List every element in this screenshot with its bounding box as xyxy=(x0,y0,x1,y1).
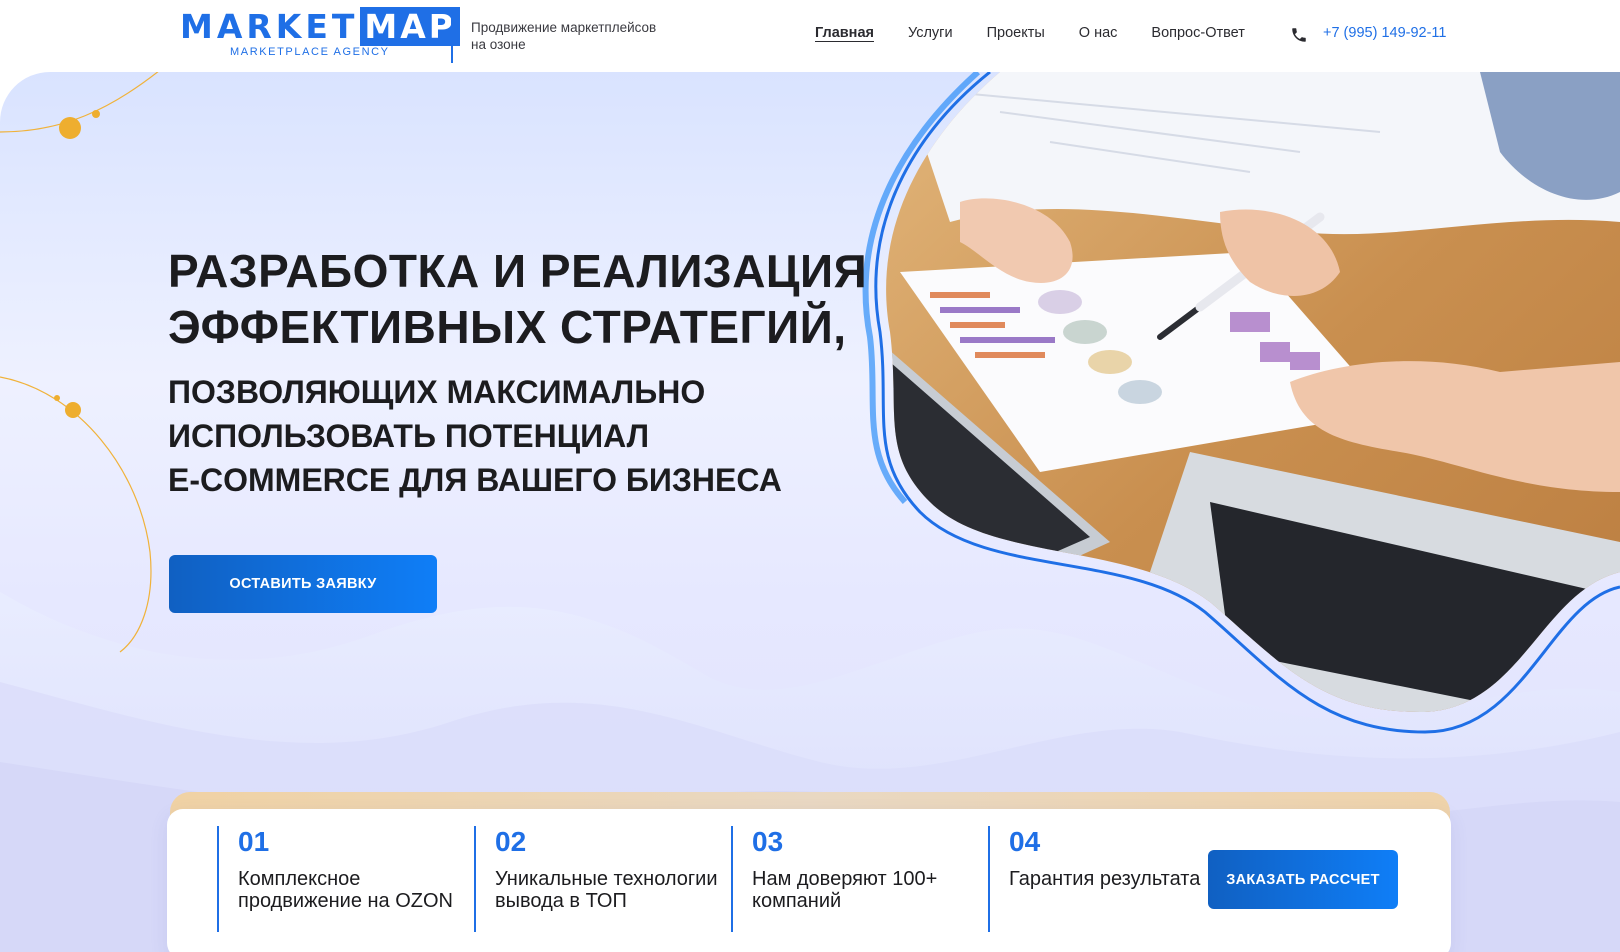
hero-subtitle-line2: ИСПОЛЬЗОВАТЬ ПОТЕНЦИАЛ xyxy=(168,418,650,454)
feature-item: 02 Уникальные технологии вывода в ТОП xyxy=(474,826,725,932)
feature-text: Нам доверяют 100+ компаний xyxy=(752,868,938,912)
logo-text-boxed: MAP xyxy=(360,7,460,46)
nav-item-about[interactable]: О нас xyxy=(1079,25,1118,41)
logo[interactable]: MARKET MAP MARKETPLACE AGENCY xyxy=(180,7,460,60)
feature-item: 01 Комплексное продвижение на OZON xyxy=(217,826,468,932)
logo-subtitle: MARKETPLACE AGENCY xyxy=(230,46,390,58)
feature-number: 01 xyxy=(238,826,270,857)
site-header: MARKET MAP MARKETPLACE AGENCY Продвижение… xyxy=(0,0,1620,72)
feature-number: 02 xyxy=(495,826,527,857)
feature-text: Комплексное продвижение на OZON xyxy=(238,868,453,912)
tagline: Продвижение маркетплейсов на озоне xyxy=(471,20,657,52)
submit-request-button[interactable]: ОСТАВИТЬ ЗАЯВКУ xyxy=(169,555,437,613)
feature-item: 04 Гарантия результата xyxy=(988,826,1239,932)
hero-section: РАЗРАБОТКА И РЕАЛИЗАЦИЯ ЭФФЕКТИВНЫХ СТРА… xyxy=(0,72,1620,952)
nav-item-faq[interactable]: Вопрос-Ответ xyxy=(1151,25,1244,41)
phone-icon xyxy=(1292,28,1306,42)
feature-item: 03 Нам доверяют 100+ компаний xyxy=(731,826,982,932)
features-card: 01 Комплексное продвижение на OZON 02 Ун… xyxy=(167,809,1451,952)
hero-subtitle-line1: ПОЗВОЛЯЮЩИХ МАКСИМАЛЬНО xyxy=(168,374,706,410)
feature-text: Гарантия результата xyxy=(1009,868,1201,890)
phone-link[interactable]: +7 (995) 149-92-11 xyxy=(1323,25,1446,41)
feature-number: 04 xyxy=(1009,826,1041,857)
main-nav: Главная Услуги Проекты О нас Вопрос-Отве… xyxy=(815,25,1245,41)
hero-title-line2: ЭФФЕКТИВНЫХ СТРАТЕГИЙ, xyxy=(168,301,847,353)
feature-number: 03 xyxy=(752,826,784,857)
hero-title-line1: РАЗРАБОТКА И РЕАЛИЗАЦИЯ xyxy=(168,245,868,297)
nav-item-projects[interactable]: Проекты xyxy=(987,25,1045,41)
nav-item-home[interactable]: Главная xyxy=(815,25,874,41)
hero-subtitle-line3: E-COMMERCE ДЛЯ ВАШЕГО БИЗНЕСА xyxy=(168,462,782,498)
nav-item-services[interactable]: Услуги xyxy=(908,25,953,41)
order-calculation-button[interactable]: ЗАКАЗАТЬ РАССЧЕТ xyxy=(1208,850,1398,909)
logo-text: MARKET xyxy=(180,7,359,46)
feature-text: Уникальные технологии вывода в ТОП xyxy=(495,868,718,912)
header-divider xyxy=(451,8,453,63)
